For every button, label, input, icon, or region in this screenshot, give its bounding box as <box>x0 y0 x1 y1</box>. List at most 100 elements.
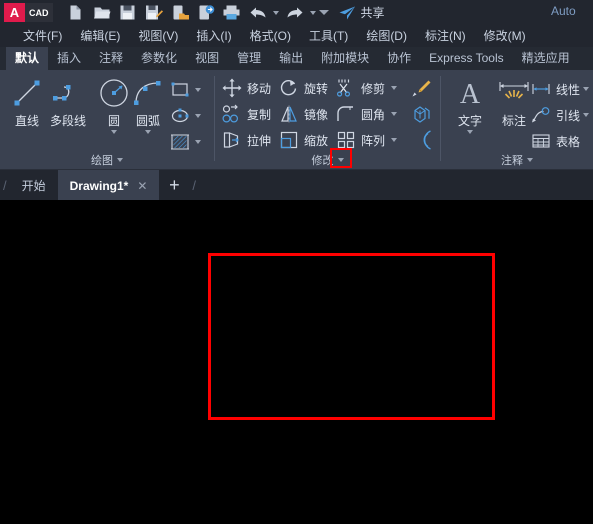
open-file-icon[interactable] <box>89 2 115 24</box>
ribbon-tab-bar: 默认 插入 注释 参数化 视图 管理 输出 附加模块 协作 Express To… <box>0 47 593 70</box>
export-icon[interactable] <box>167 2 193 24</box>
doc-tab-drawing1[interactable]: Drawing1* ✕ <box>57 170 160 200</box>
ribbon-tab-express-tools[interactable]: Express Tools <box>420 47 512 70</box>
share-icon <box>339 6 355 19</box>
menu-item-edit[interactable]: 编辑(E) <box>71 25 129 47</box>
annotate-text-dropdown-icon[interactable] <box>467 130 473 134</box>
ribbon-tab-parametric[interactable]: 参数化 <box>132 47 186 70</box>
save-as-icon[interactable] <box>141 2 167 24</box>
rectangle-icon <box>168 79 192 101</box>
svg-text:A: A <box>460 79 481 108</box>
menu-item-view[interactable]: 视图(V) <box>129 25 187 47</box>
draw-line-label: 直线 <box>14 114 39 128</box>
menu-item-draw[interactable]: 绘图(D) <box>357 25 416 47</box>
ribbon-tab-annotate[interactable]: 注释 <box>90 47 132 70</box>
draw-rectangle-dropdown-icon[interactable] <box>195 88 201 92</box>
modify-match-properties-button[interactable] <box>410 77 434 99</box>
menu-item-tools[interactable]: 工具(T) <box>300 25 357 47</box>
modify-offset-button[interactable] <box>410 129 434 151</box>
modify-trim-dropdown-icon[interactable] <box>391 86 398 90</box>
panel-modify-title-bar[interactable]: 修改 <box>215 152 440 168</box>
doc-tab-start[interactable]: 开始 <box>10 170 58 200</box>
line-icon <box>10 76 44 110</box>
redo-icon[interactable] <box>282 2 308 24</box>
modify-mirror-button[interactable]: 镜像 <box>277 103 328 125</box>
draw-arc-dropdown-icon[interactable] <box>145 130 151 134</box>
document-tab-bar: / 开始 Drawing1* ✕ + / <box>0 170 593 200</box>
ribbon-tab-manage[interactable]: 管理 <box>228 47 270 70</box>
annotate-leader-label: 引线 <box>556 108 581 123</box>
panel-draw-expand-icon[interactable] <box>117 158 123 162</box>
modify-array-dropdown-icon[interactable] <box>391 138 398 142</box>
print-icon[interactable] <box>219 2 245 24</box>
modify-3d-array-button[interactable] <box>410 103 434 125</box>
modify-move-button[interactable]: 移动 <box>220 77 271 99</box>
menu-item-dimension[interactable]: 标注(N) <box>416 25 475 47</box>
annotate-dimension-label: 标注 <box>501 114 526 128</box>
share-button[interactable]: 共享 <box>338 4 385 21</box>
modify-copy-button[interactable]: 复制 <box>220 103 271 125</box>
draw-line-button[interactable]: 直线 <box>4 76 50 129</box>
draw-ellipse-button[interactable] <box>168 105 201 127</box>
red-rectangle[interactable] <box>208 253 495 420</box>
panel-modify: 移动 旋转 修剪 复制 镜像 圆角 拉伸 缩放 阵列 修改 <box>215 70 440 170</box>
draw-hatch-dropdown-icon[interactable] <box>195 140 201 144</box>
ribbon-tab-view[interactable]: 视图 <box>186 47 228 70</box>
save-icon[interactable] <box>115 2 141 24</box>
annotate-linear-dropdown-icon[interactable] <box>583 87 590 91</box>
redo-dropdown-icon[interactable] <box>308 2 319 24</box>
menu-item-file[interactable]: 文件(F) <box>14 25 71 47</box>
autocad-window: A CAD 共享 Auto 文件(F) 编辑(E) 视图(V) 插入(I) 格式… <box>0 0 593 524</box>
ribbon-tab-output[interactable]: 输出 <box>270 47 312 70</box>
draw-hatch-button[interactable] <box>168 131 201 153</box>
logo-letter: A <box>4 3 25 22</box>
ribbon-tab-insert[interactable]: 插入 <box>48 47 90 70</box>
annotate-leader-button[interactable]: 引线 <box>529 104 590 126</box>
drawing-canvas[interactable] <box>0 200 593 524</box>
app-logo[interactable]: A CAD <box>4 3 53 22</box>
tab-slash-right: / <box>192 177 197 193</box>
panel-annotate-title-bar[interactable]: 注释 <box>441 152 593 168</box>
annotate-linear-button[interactable]: 线性 <box>529 78 590 100</box>
modify-fillet-button[interactable]: 圆角 <box>334 103 398 125</box>
doc-tab-drawing1-label: Drawing1* <box>69 179 129 193</box>
ribbon-tab-collaborate[interactable]: 协作 <box>378 47 420 70</box>
menu-item-insert[interactable]: 插入(I) <box>187 25 240 47</box>
annotate-text-button[interactable]: A 文字 <box>447 76 493 134</box>
draw-rectangle-button[interactable] <box>168 79 201 101</box>
menu-item-format[interactable]: 格式(O) <box>241 25 300 47</box>
modify-rotate-button[interactable]: 旋转 <box>277 77 328 99</box>
ribbon-tab-addins[interactable]: 附加模块 <box>312 47 378 70</box>
modify-fillet-dropdown-icon[interactable] <box>391 112 398 116</box>
undo-dropdown-icon[interactable] <box>271 2 282 24</box>
modify-array-label: 阵列 <box>361 133 386 148</box>
draw-ellipse-dropdown-icon[interactable] <box>195 114 201 118</box>
annotate-table-button[interactable]: 表格 <box>529 130 580 152</box>
draw-arc-button[interactable]: 圆弧 <box>125 76 171 134</box>
panel-draw-title-bar[interactable]: 绘图 <box>0 152 214 168</box>
modify-trim-button[interactable]: 修剪 <box>334 77 398 99</box>
qat-customize-icon[interactable] <box>319 2 330 24</box>
undo-icon[interactable] <box>245 2 271 24</box>
panel-modify-expand-icon[interactable] <box>337 158 344 162</box>
modify-scale-button[interactable]: 缩放 <box>277 129 328 151</box>
match-properties-icon <box>410 77 434 99</box>
ribbon-tab-home[interactable]: 默认 <box>6 47 49 70</box>
ribbon-tab-featured-apps[interactable]: 精选应用 <box>513 47 579 70</box>
draw-circle-dropdown-icon[interactable] <box>111 130 117 134</box>
new-drawing-button[interactable]: + <box>159 170 189 200</box>
move-icon <box>220 77 244 99</box>
annotate-leader-dropdown-icon[interactable] <box>583 113 590 117</box>
modify-stretch-label: 拉伸 <box>247 133 272 148</box>
new-file-icon[interactable] <box>63 2 89 24</box>
panel-draw: 直线 多段线 圆 圆弧 绘图 <box>0 70 214 170</box>
menu-item-modify[interactable]: 修改(M) <box>475 25 535 47</box>
publish-icon[interactable] <box>193 2 219 24</box>
ellipse-icon <box>168 105 192 127</box>
panel-annotate-expand-icon[interactable] <box>527 158 533 162</box>
modify-array-button[interactable]: 阵列 <box>334 129 398 151</box>
modify-stretch-button[interactable]: 拉伸 <box>220 129 271 151</box>
dimension-icon <box>497 76 531 110</box>
draw-polyline-button[interactable]: 多段线 <box>45 76 91 129</box>
close-icon[interactable]: ✕ <box>137 179 147 193</box>
